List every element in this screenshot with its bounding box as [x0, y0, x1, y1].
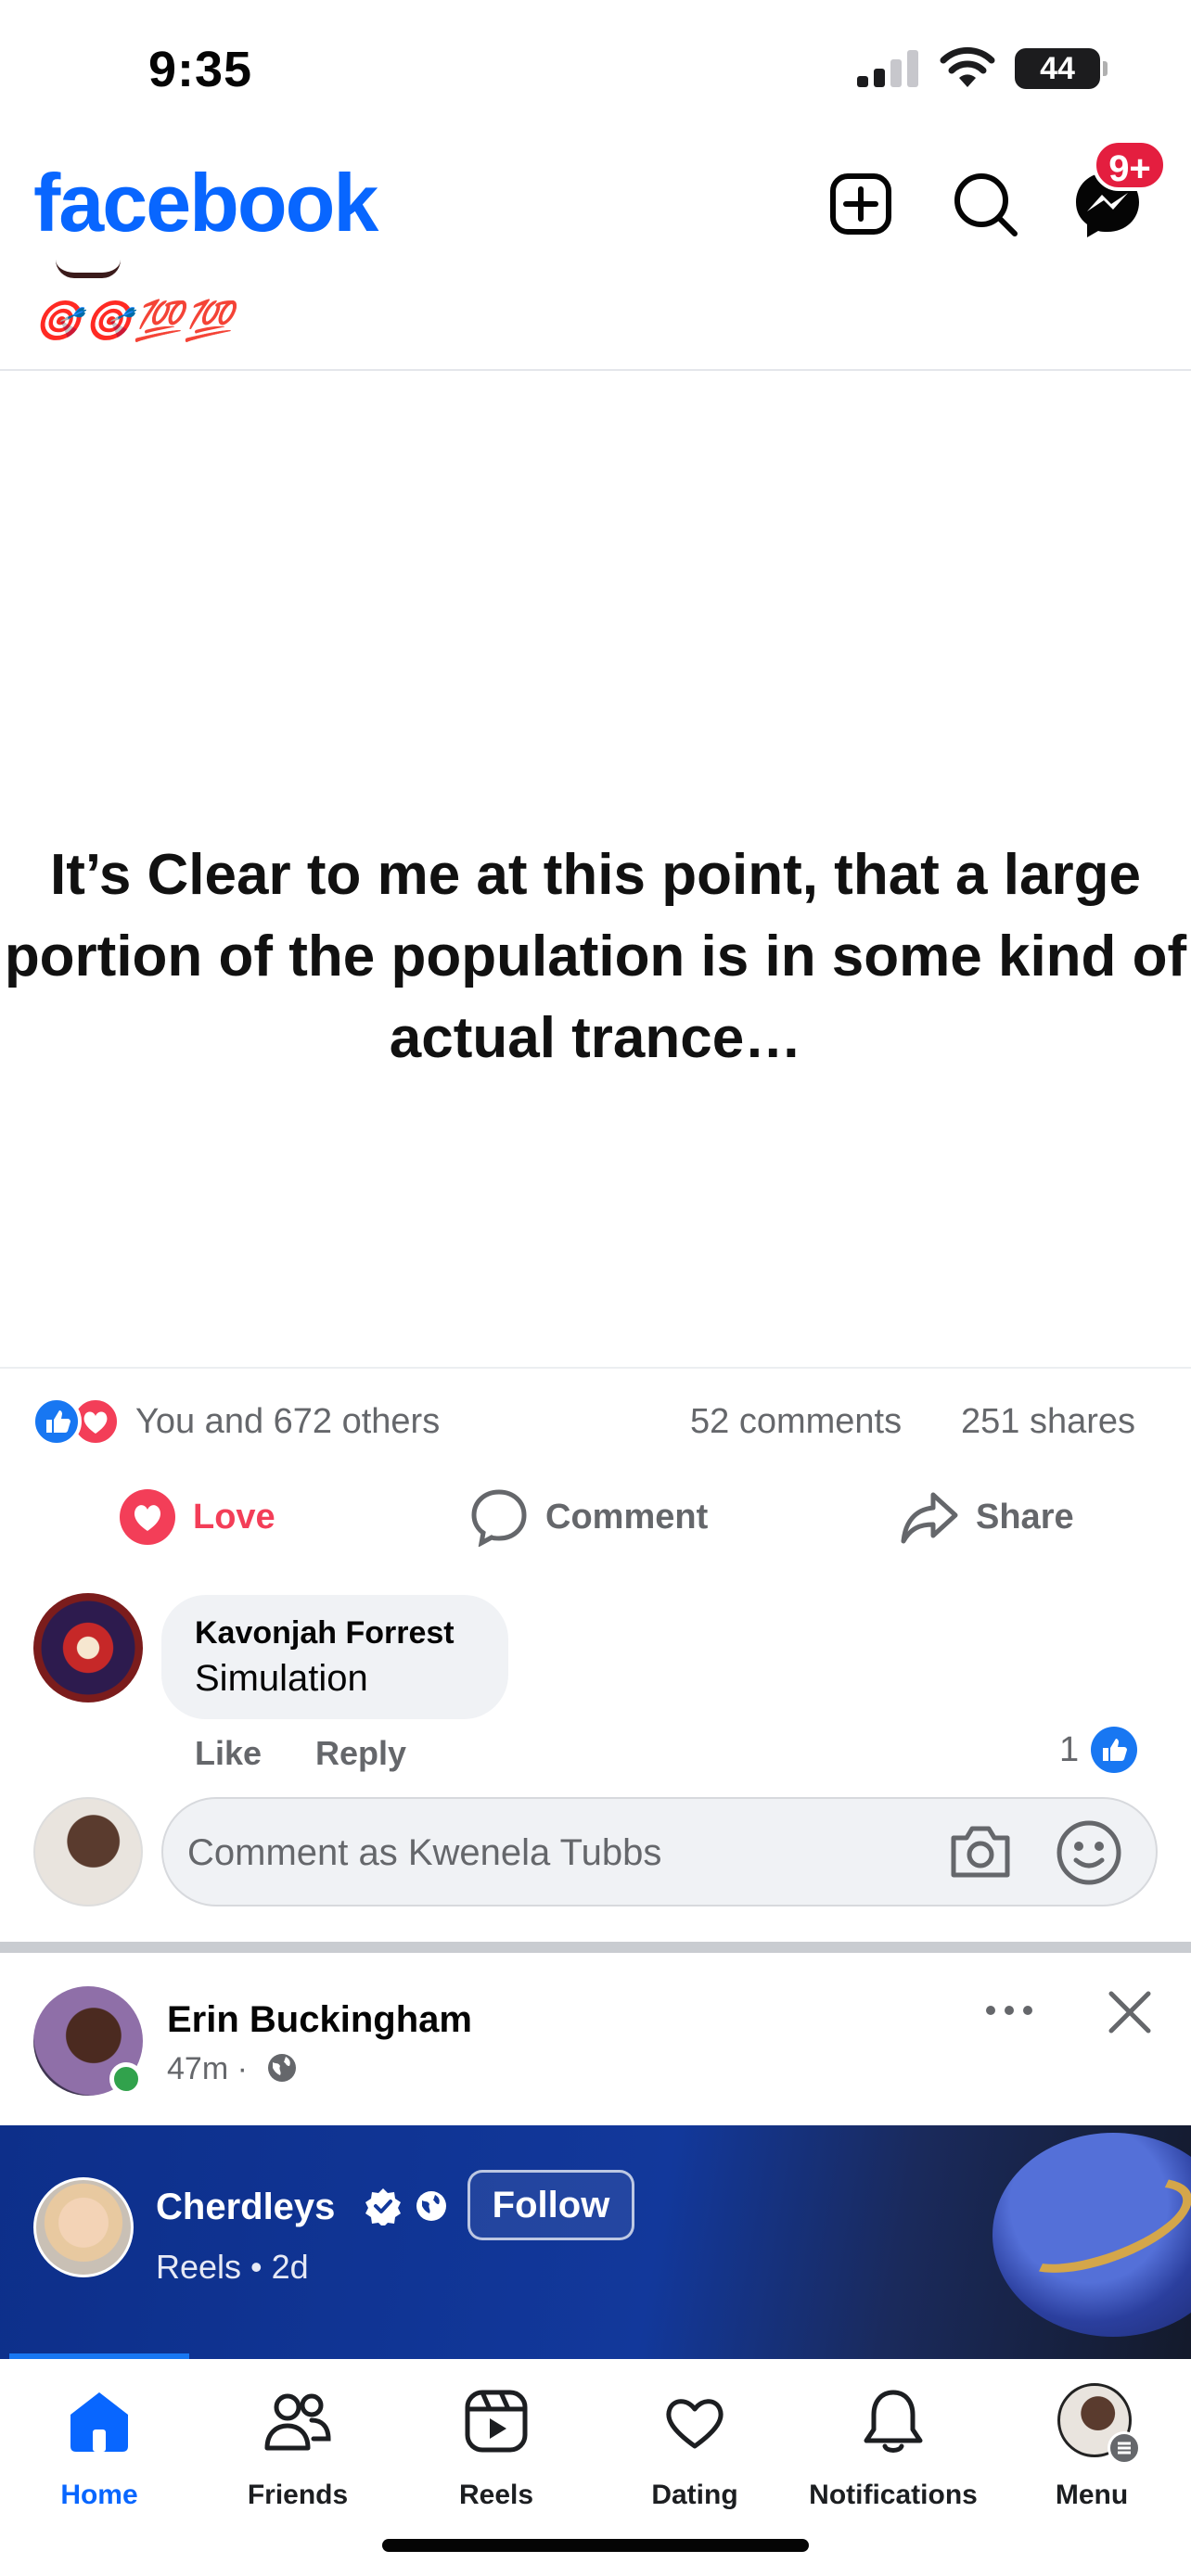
comment-input-placeholder: Comment as Kwenela Tubbs — [187, 1832, 662, 1873]
previous-post-caption: 🎯🎯💯💯 — [33, 299, 236, 342]
love-label: Love — [193, 1497, 275, 1537]
friends-icon — [264, 2393, 331, 2451]
poster-name[interactable]: Erin Buckingham — [167, 1999, 472, 2041]
reactions-summary[interactable]: You and 672 others — [135, 1402, 440, 1442]
reel-creator-avatar[interactable] — [33, 2177, 134, 2277]
previous-post-avatar-edge — [56, 260, 121, 278]
emoji-icon[interactable] — [1056, 1819, 1122, 1886]
share-icon — [901, 1492, 958, 1544]
reel-creator-name[interactable]: Cherdleys — [156, 2187, 335, 2228]
nav-notifications[interactable]: Notifications — [794, 2368, 992, 2517]
love-button[interactable]: Love — [119, 1484, 275, 1550]
like-reaction-icon — [32, 1396, 82, 1447]
nav-friends-label: Friends — [247, 2480, 349, 2510]
camera-icon[interactable] — [948, 1823, 1013, 1881]
comments-count[interactable]: 52 comments — [690, 1402, 902, 1442]
post-text-image[interactable]: It’s Clear to me at this point, that a l… — [0, 835, 1191, 1079]
globe-icon — [416, 2191, 446, 2221]
close-icon[interactable] — [1104, 1986, 1156, 2038]
comment-label: Comment — [545, 1497, 709, 1537]
current-user-avatar — [33, 1797, 143, 1906]
nav-reels-label: Reels — [458, 2480, 534, 2510]
nav-home[interactable]: Home — [0, 2368, 198, 2517]
comment-author[interactable]: Kavonjah Forrest — [195, 1615, 455, 1651]
nav-home-label: Home — [60, 2480, 138, 2510]
home-indicator — [382, 2539, 809, 2552]
love-icon — [120, 1489, 175, 1545]
online-status-dot — [109, 2062, 143, 2096]
share-label: Share — [976, 1497, 1074, 1537]
globe-icon — [268, 2054, 296, 2082]
battery-indicator: 44 — [1015, 48, 1108, 89]
follow-button[interactable]: Follow — [467, 2170, 634, 2240]
commenter-avatar[interactable] — [33, 1593, 143, 1702]
shares-count[interactable]: 251 shares — [961, 1402, 1135, 1442]
status-time: 9:35 — [148, 42, 253, 97]
comment-icon — [471, 1489, 527, 1547]
more-options-icon[interactable] — [980, 1992, 1039, 2029]
post-timestamp[interactable]: 47m · — [167, 2051, 248, 2087]
comment-input[interactable]: Comment as Kwenela Tubbs — [161, 1797, 1158, 1906]
create-post-icon[interactable] — [824, 167, 898, 241]
comment-button[interactable]: Comment — [469, 1484, 708, 1550]
reaction-icons[interactable] — [32, 1396, 124, 1448]
nav-menu[interactable]: Menu — [992, 2368, 1191, 2517]
nav-menu-label: Menu — [1055, 2480, 1129, 2510]
divider — [0, 1367, 1191, 1369]
messenger-badge: 9+ — [1093, 139, 1167, 191]
verified-badge-icon — [365, 2188, 401, 2225]
comment-text: Simulation — [195, 1658, 368, 1699]
bell-icon — [864, 2390, 923, 2453]
nav-dating[interactable]: Dating — [596, 2368, 794, 2517]
reel-meta: Reels • 2d — [156, 2248, 309, 2286]
comment-like-count[interactable]: 1 — [1059, 1730, 1079, 1770]
reels-icon — [465, 2390, 528, 2453]
comment-reply-button[interactable]: Reply — [315, 1734, 406, 1773]
app-header: facebook — [0, 139, 1191, 269]
menu-hamburger-icon — [1108, 2431, 1141, 2465]
wifi-icon — [940, 46, 995, 87]
nav-reels[interactable]: Reels — [397, 2368, 596, 2517]
home-icon — [70, 2392, 128, 2452]
feed-separator — [0, 1942, 1191, 1953]
comment-bubble[interactable]: Kavonjah Forrest Simulation — [161, 1595, 508, 1719]
cellular-signal-icon — [857, 50, 918, 87]
nav-notifications-label: Notifications — [809, 2480, 978, 2510]
nav-friends[interactable]: Friends — [198, 2368, 397, 2517]
search-icon[interactable] — [948, 167, 1022, 241]
thumbs-up-icon — [1091, 1727, 1137, 1773]
nav-dating-label: Dating — [651, 2480, 738, 2510]
divider — [0, 369, 1191, 371]
status-bar: 9:35 44 — [0, 0, 1191, 139]
dating-heart-icon — [666, 2399, 724, 2449]
comment-like-button[interactable]: Like — [195, 1734, 262, 1773]
facebook-logo[interactable]: facebook — [33, 156, 378, 250]
share-button[interactable]: Share — [900, 1484, 1074, 1550]
